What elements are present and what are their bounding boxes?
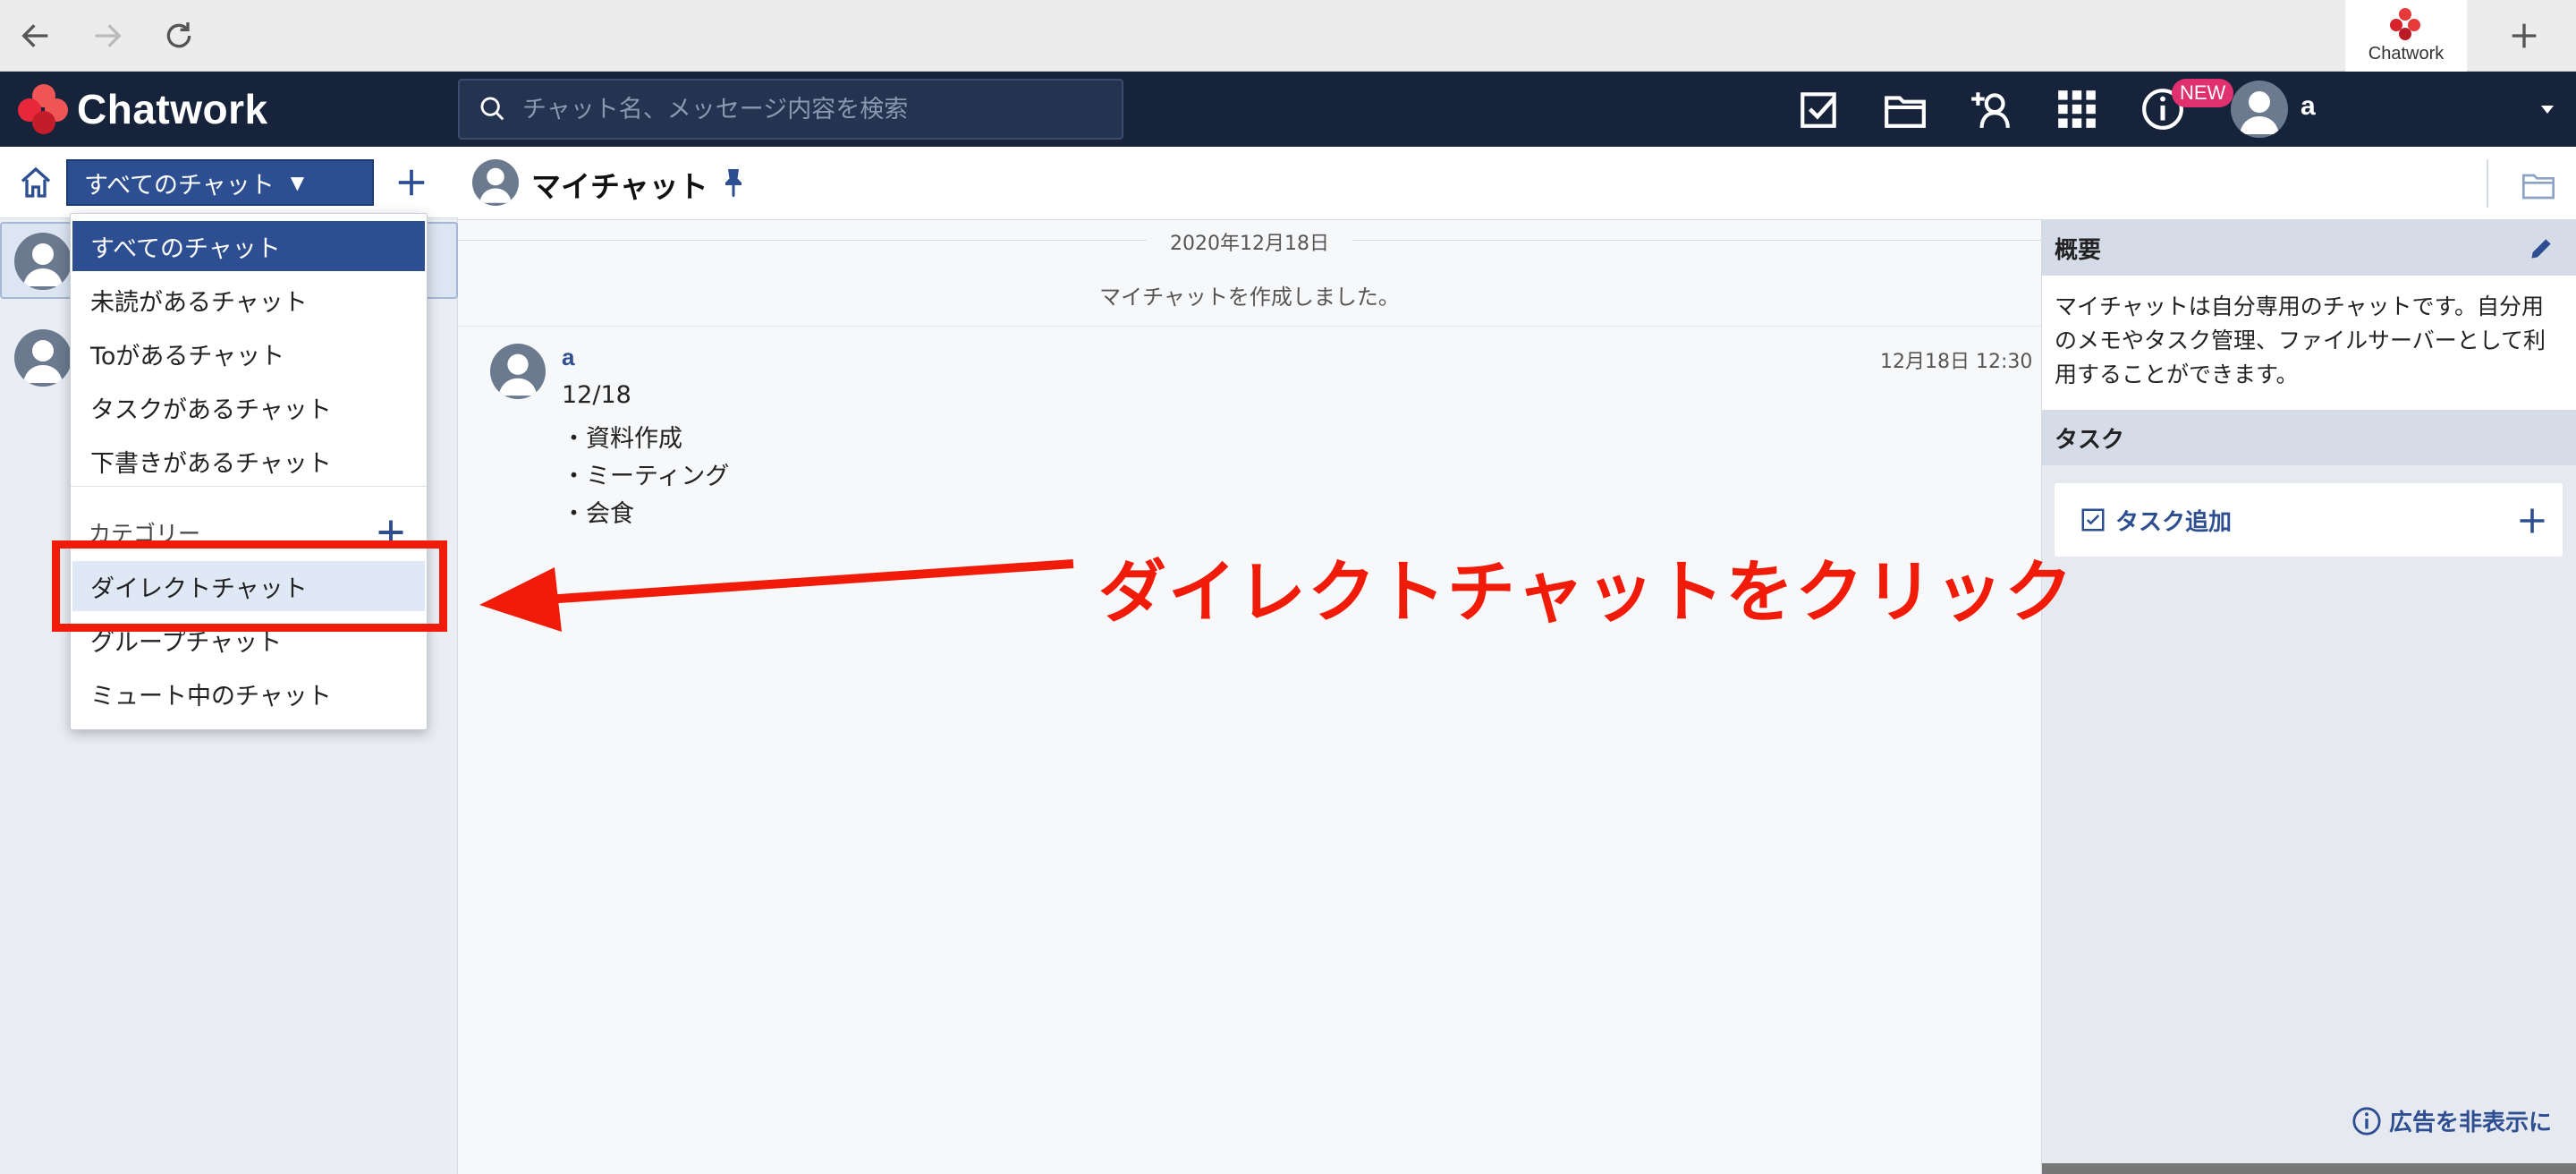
person-icon bbox=[479, 167, 512, 203]
reload-icon bbox=[166, 22, 191, 48]
person-icon bbox=[23, 243, 63, 286]
plus-icon bbox=[2512, 23, 2537, 48]
search-input[interactable] bbox=[522, 95, 1113, 123]
overview-header: 概要 bbox=[2042, 220, 2576, 276]
chat-filter-select[interactable]: すべてのチャット ▼ bbox=[66, 159, 374, 206]
chat-header: マイチャット bbox=[458, 147, 2576, 220]
logo-text: Chatwork bbox=[77, 86, 268, 132]
chatwork-logo-icon bbox=[2390, 7, 2422, 40]
room-avatar bbox=[14, 233, 72, 290]
caret-down-icon: ▼ bbox=[290, 172, 305, 193]
arrow-left-icon bbox=[21, 24, 48, 47]
filter-to-chats[interactable]: Toがあるチャット bbox=[72, 328, 425, 379]
person-icon bbox=[2240, 91, 2279, 134]
annotation-arrow bbox=[479, 559, 1074, 632]
person-icon bbox=[23, 340, 63, 383]
new-tab-button[interactable] bbox=[2501, 13, 2547, 59]
overview-title: 概要 bbox=[2055, 236, 2102, 264]
message-line: 12/18 bbox=[562, 381, 631, 409]
message-timestamp: 12月18日 12:30 bbox=[1880, 351, 2033, 373]
checkbox-icon bbox=[2081, 508, 2105, 532]
forward-button[interactable] bbox=[84, 13, 131, 59]
menu-divider bbox=[71, 486, 427, 487]
filter-muted-chats[interactable]: ミュート中のチャット bbox=[72, 668, 425, 719]
message-avatar[interactable] bbox=[490, 344, 546, 399]
pin-icon[interactable] bbox=[717, 166, 750, 199]
user-avatar[interactable] bbox=[2231, 81, 2288, 138]
pencil-icon[interactable] bbox=[2527, 234, 2555, 263]
folder-icon[interactable] bbox=[2521, 166, 2556, 202]
message-line: ・ミーティング bbox=[562, 463, 730, 490]
plus-icon bbox=[398, 169, 425, 196]
search-box[interactable] bbox=[458, 79, 1123, 140]
chatwork-logo-icon bbox=[16, 82, 70, 136]
browser-toolbar: Chatwork bbox=[0, 0, 2576, 72]
chat-filter-dropdown: すべてのチャット 未読があるチャット Toがあるチャット タスクがあるチャット … bbox=[70, 213, 428, 730]
info-icon bbox=[2352, 1106, 2381, 1136]
new-badge: NEW bbox=[2172, 79, 2234, 107]
overview-text: マイチャットは自分専用のチャットです。自分用のメモやタスク管理、ファイルサーバー… bbox=[2055, 290, 2555, 392]
reload-button[interactable] bbox=[156, 13, 202, 59]
message-line: ・会食 bbox=[562, 500, 634, 528]
chatwork-logo[interactable]: Chatwork bbox=[16, 82, 268, 136]
arrow-right-icon bbox=[95, 24, 122, 47]
file-manager-button[interactable] bbox=[1880, 84, 1930, 134]
annotation-text: ダイレクトチャットをクリック bbox=[1098, 552, 2075, 632]
app-header: Chatwork NEW a bbox=[0, 72, 2576, 147]
add-task-button[interactable]: タスク追加 bbox=[2055, 483, 2563, 557]
filter-task-chats[interactable]: タスクがあるチャット bbox=[72, 382, 425, 432]
chat-filter-label: すべてのチャット bbox=[84, 171, 275, 200]
task-list-button[interactable] bbox=[1794, 84, 1844, 134]
plus-icon[interactable] bbox=[2516, 505, 2548, 537]
highlight-box bbox=[52, 540, 447, 632]
task-title: タスク bbox=[2055, 426, 2125, 454]
system-message: マイチャットを作成しました。 bbox=[1099, 285, 1400, 310]
filter-draft-chats[interactable]: 下書きがあるチャット bbox=[72, 436, 425, 486]
filter-unread-chats[interactable]: 未読があるチャット bbox=[72, 275, 425, 325]
divider bbox=[2487, 159, 2488, 208]
tab-label: Chatwork bbox=[2368, 43, 2445, 64]
home-icon[interactable] bbox=[18, 165, 54, 200]
ad-banner[interactable] bbox=[2042, 1163, 2576, 1174]
grid-icon bbox=[2058, 90, 2096, 128]
add-contact-button[interactable] bbox=[1966, 84, 2016, 134]
message-line: ・資料作成 bbox=[562, 425, 682, 453]
add-task-label: タスク追加 bbox=[2115, 508, 2233, 536]
checkbox-icon bbox=[1801, 92, 1836, 128]
filter-all-chats[interactable]: すべてのチャット bbox=[72, 221, 425, 271]
chat-avatar bbox=[472, 159, 519, 206]
task-header: タスク bbox=[2042, 410, 2576, 465]
browser-tab[interactable]: Chatwork bbox=[2345, 0, 2467, 72]
message-sender[interactable]: a bbox=[562, 344, 574, 371]
user-name[interactable]: a bbox=[2301, 91, 2316, 122]
add-contact-icon bbox=[1971, 92, 2010, 128]
apps-menu-button[interactable] bbox=[2052, 84, 2102, 134]
chat-title: マイチャット bbox=[531, 169, 708, 204]
back-button[interactable] bbox=[13, 13, 59, 59]
chat-info-panel: 概要 マイチャットは自分専用のチャットです。自分用のメモやタスク管理、ファイルサ… bbox=[2041, 220, 2576, 1174]
chat-timeline: 2020年12月18日 マイチャットを作成しました。 a 12月18日 12:3… bbox=[458, 220, 2041, 1174]
person-icon bbox=[498, 353, 538, 396]
hide-ads-link[interactable]: 広告を非表示に bbox=[2351, 1104, 2552, 1137]
caret-down-icon[interactable] bbox=[2537, 98, 2558, 120]
add-chat-button[interactable] bbox=[388, 159, 435, 206]
date-label: 2020年12月18日 bbox=[1170, 233, 1329, 255]
hide-ads-label: 広告を非表示に bbox=[2389, 1110, 2553, 1136]
room-avatar bbox=[14, 329, 72, 387]
folder-icon bbox=[1885, 96, 1926, 128]
divider bbox=[458, 326, 2041, 327]
sidebar-toolbar: すべてのチャット ▼ bbox=[0, 147, 458, 218]
search-icon bbox=[480, 97, 504, 121]
